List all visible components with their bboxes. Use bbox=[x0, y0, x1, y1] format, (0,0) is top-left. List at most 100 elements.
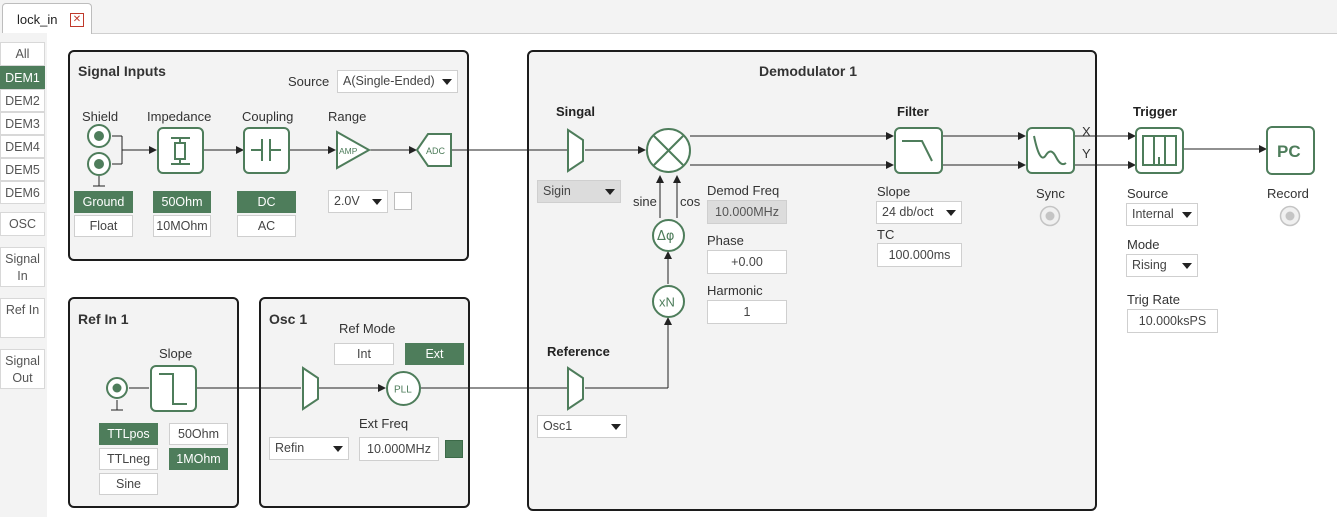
ground-button[interactable]: Ground bbox=[74, 191, 133, 213]
ref-mode-int-button[interactable]: Int bbox=[334, 343, 394, 365]
record-toggle-icon[interactable] bbox=[1279, 205, 1301, 227]
pll-icon: PLL bbox=[386, 371, 421, 406]
chevron-down-icon bbox=[333, 446, 343, 452]
range-label: Range bbox=[328, 109, 367, 124]
chevron-down-icon bbox=[946, 210, 956, 216]
trigger-title: Trigger bbox=[1133, 104, 1178, 119]
reference-select-dropdown[interactable]: Osc1 bbox=[537, 415, 627, 438]
harmonic-multiplier-icon: xN bbox=[652, 285, 685, 318]
chevron-down-icon bbox=[611, 424, 621, 430]
cos-label: cos bbox=[680, 194, 701, 209]
capacitor-icon bbox=[243, 127, 290, 174]
impedance-label: Impedance bbox=[147, 109, 212, 124]
sync-toggle-icon[interactable] bbox=[1039, 205, 1061, 227]
float-button[interactable]: Float bbox=[74, 215, 133, 237]
adc-icon: ADC bbox=[415, 133, 452, 167]
ext-freq-field[interactable]: 10.000MHz bbox=[359, 437, 439, 461]
phase-shift-icon: Δφ bbox=[652, 219, 685, 252]
pc-text: PC bbox=[1277, 142, 1301, 161]
signal-source-value: A(Single-Ended) bbox=[343, 74, 435, 88]
lowpass-filter-icon bbox=[894, 127, 943, 174]
sine-label: sine bbox=[633, 194, 657, 209]
osc-source-dropdown[interactable]: Refin bbox=[269, 437, 349, 460]
demod-title: Demodulator 1 bbox=[759, 63, 858, 79]
ref-slope-label: Slope bbox=[159, 346, 193, 361]
mixer-icon bbox=[646, 128, 691, 173]
record-label: Record bbox=[1267, 186, 1309, 201]
signal-source-dropdown[interactable]: A(Single-Ended) bbox=[337, 70, 458, 93]
trig-rate-field[interactable]: 10.000ksPS bbox=[1127, 309, 1218, 333]
demod-freq-field: 10.000MHz bbox=[707, 200, 787, 224]
harmonic-field[interactable]: 1 bbox=[707, 300, 787, 324]
chevron-down-icon bbox=[605, 189, 615, 195]
osc-title: Osc 1 bbox=[269, 311, 308, 327]
x-output-label: X bbox=[1082, 124, 1091, 139]
sync-label: Sync bbox=[1036, 186, 1065, 201]
sine-button[interactable]: Sine bbox=[99, 473, 158, 495]
range-dropdown[interactable]: 2.0V bbox=[328, 190, 388, 213]
phase-shift-text: Δφ bbox=[657, 229, 674, 244]
trigger-source-label: Source bbox=[1127, 186, 1169, 201]
signal-inputs-title: Signal Inputs bbox=[78, 63, 166, 79]
pll-text: PLL bbox=[394, 385, 412, 396]
impedance-10mohm-button[interactable]: 10MOhm bbox=[153, 215, 211, 237]
ref-mode-ext-button[interactable]: Ext bbox=[405, 343, 464, 365]
trigger-icon bbox=[1135, 127, 1184, 174]
chevron-down-icon bbox=[1182, 212, 1192, 218]
phase-label: Phase bbox=[707, 233, 744, 248]
reference-mux-icon bbox=[567, 366, 584, 411]
osc-source-value: Refin bbox=[275, 441, 305, 455]
trigger-source-dropdown[interactable]: Internal bbox=[1126, 203, 1198, 226]
ttlpos-button[interactable]: TTLpos bbox=[99, 423, 158, 445]
ref-connector-icon bbox=[106, 377, 128, 399]
ref-mode-label: Ref Mode bbox=[339, 321, 396, 336]
range-auto-checkbox[interactable] bbox=[394, 192, 412, 210]
shield-label: Shield bbox=[82, 109, 119, 124]
ext-freq-label: Ext Freq bbox=[359, 416, 409, 431]
chevron-down-icon bbox=[372, 199, 382, 205]
coupling-dc-button[interactable]: DC bbox=[237, 191, 296, 213]
phase-field[interactable]: +0.00 bbox=[707, 250, 787, 274]
impedance-50ohm-button[interactable]: 50Ohm bbox=[153, 191, 211, 213]
filter-label: Filter bbox=[897, 104, 929, 119]
chevron-down-icon bbox=[1182, 263, 1192, 269]
y-output-label: Y bbox=[1082, 146, 1091, 161]
ref-50ohm-button[interactable]: 50Ohm bbox=[169, 423, 228, 445]
pc-icon: PC bbox=[1266, 126, 1315, 175]
tc-field[interactable]: 100.000ms bbox=[877, 243, 962, 267]
coupling-label: Coupling bbox=[242, 109, 294, 124]
signal-mux-icon bbox=[567, 128, 584, 173]
signal-select-value: Sigin bbox=[543, 184, 571, 198]
sync-filter-icon bbox=[1026, 127, 1075, 174]
source-label: Source bbox=[288, 74, 330, 89]
trig-rate-label: Trig Rate bbox=[1127, 292, 1180, 307]
ref-1mohm-button[interactable]: 1MOhm bbox=[169, 448, 228, 470]
chevron-down-icon bbox=[442, 79, 452, 85]
demod-freq-label: Demod Freq bbox=[707, 183, 780, 198]
osc-mux-icon bbox=[302, 366, 319, 411]
shield-connector-icon bbox=[87, 124, 111, 176]
ext-freq-indicator bbox=[445, 440, 463, 458]
harmonic-label: Harmonic bbox=[707, 283, 763, 298]
filter-slope-dropdown[interactable]: 24 db/oct bbox=[876, 201, 962, 224]
signal-select-dropdown[interactable]: Sigin bbox=[537, 180, 621, 203]
trigger-mode-dropdown[interactable]: Rising bbox=[1126, 254, 1198, 277]
adc-text: ADC bbox=[426, 146, 446, 156]
trigger-mode-value: Rising bbox=[1132, 258, 1167, 272]
square-wave-icon bbox=[150, 365, 197, 412]
signal-label: Singal bbox=[556, 104, 596, 119]
impedance-icon bbox=[157, 127, 204, 174]
filter-slope-label: Slope bbox=[877, 184, 911, 199]
amplifier-icon: AMP bbox=[336, 130, 371, 170]
amp-text: AMP bbox=[339, 146, 358, 156]
ref-in-title: Ref In 1 bbox=[78, 311, 129, 327]
reference-label: Reference bbox=[547, 344, 610, 359]
trigger-source-value: Internal bbox=[1132, 207, 1174, 221]
coupling-ac-button[interactable]: AC bbox=[237, 215, 296, 237]
range-value: 2.0V bbox=[334, 194, 360, 208]
trigger-mode-label: Mode bbox=[1127, 237, 1160, 252]
tc-label: TC bbox=[877, 227, 895, 242]
filter-slope-value: 24 db/oct bbox=[882, 205, 934, 219]
ttlneg-button[interactable]: TTLneg bbox=[99, 448, 158, 470]
reference-select-value: Osc1 bbox=[543, 419, 573, 433]
